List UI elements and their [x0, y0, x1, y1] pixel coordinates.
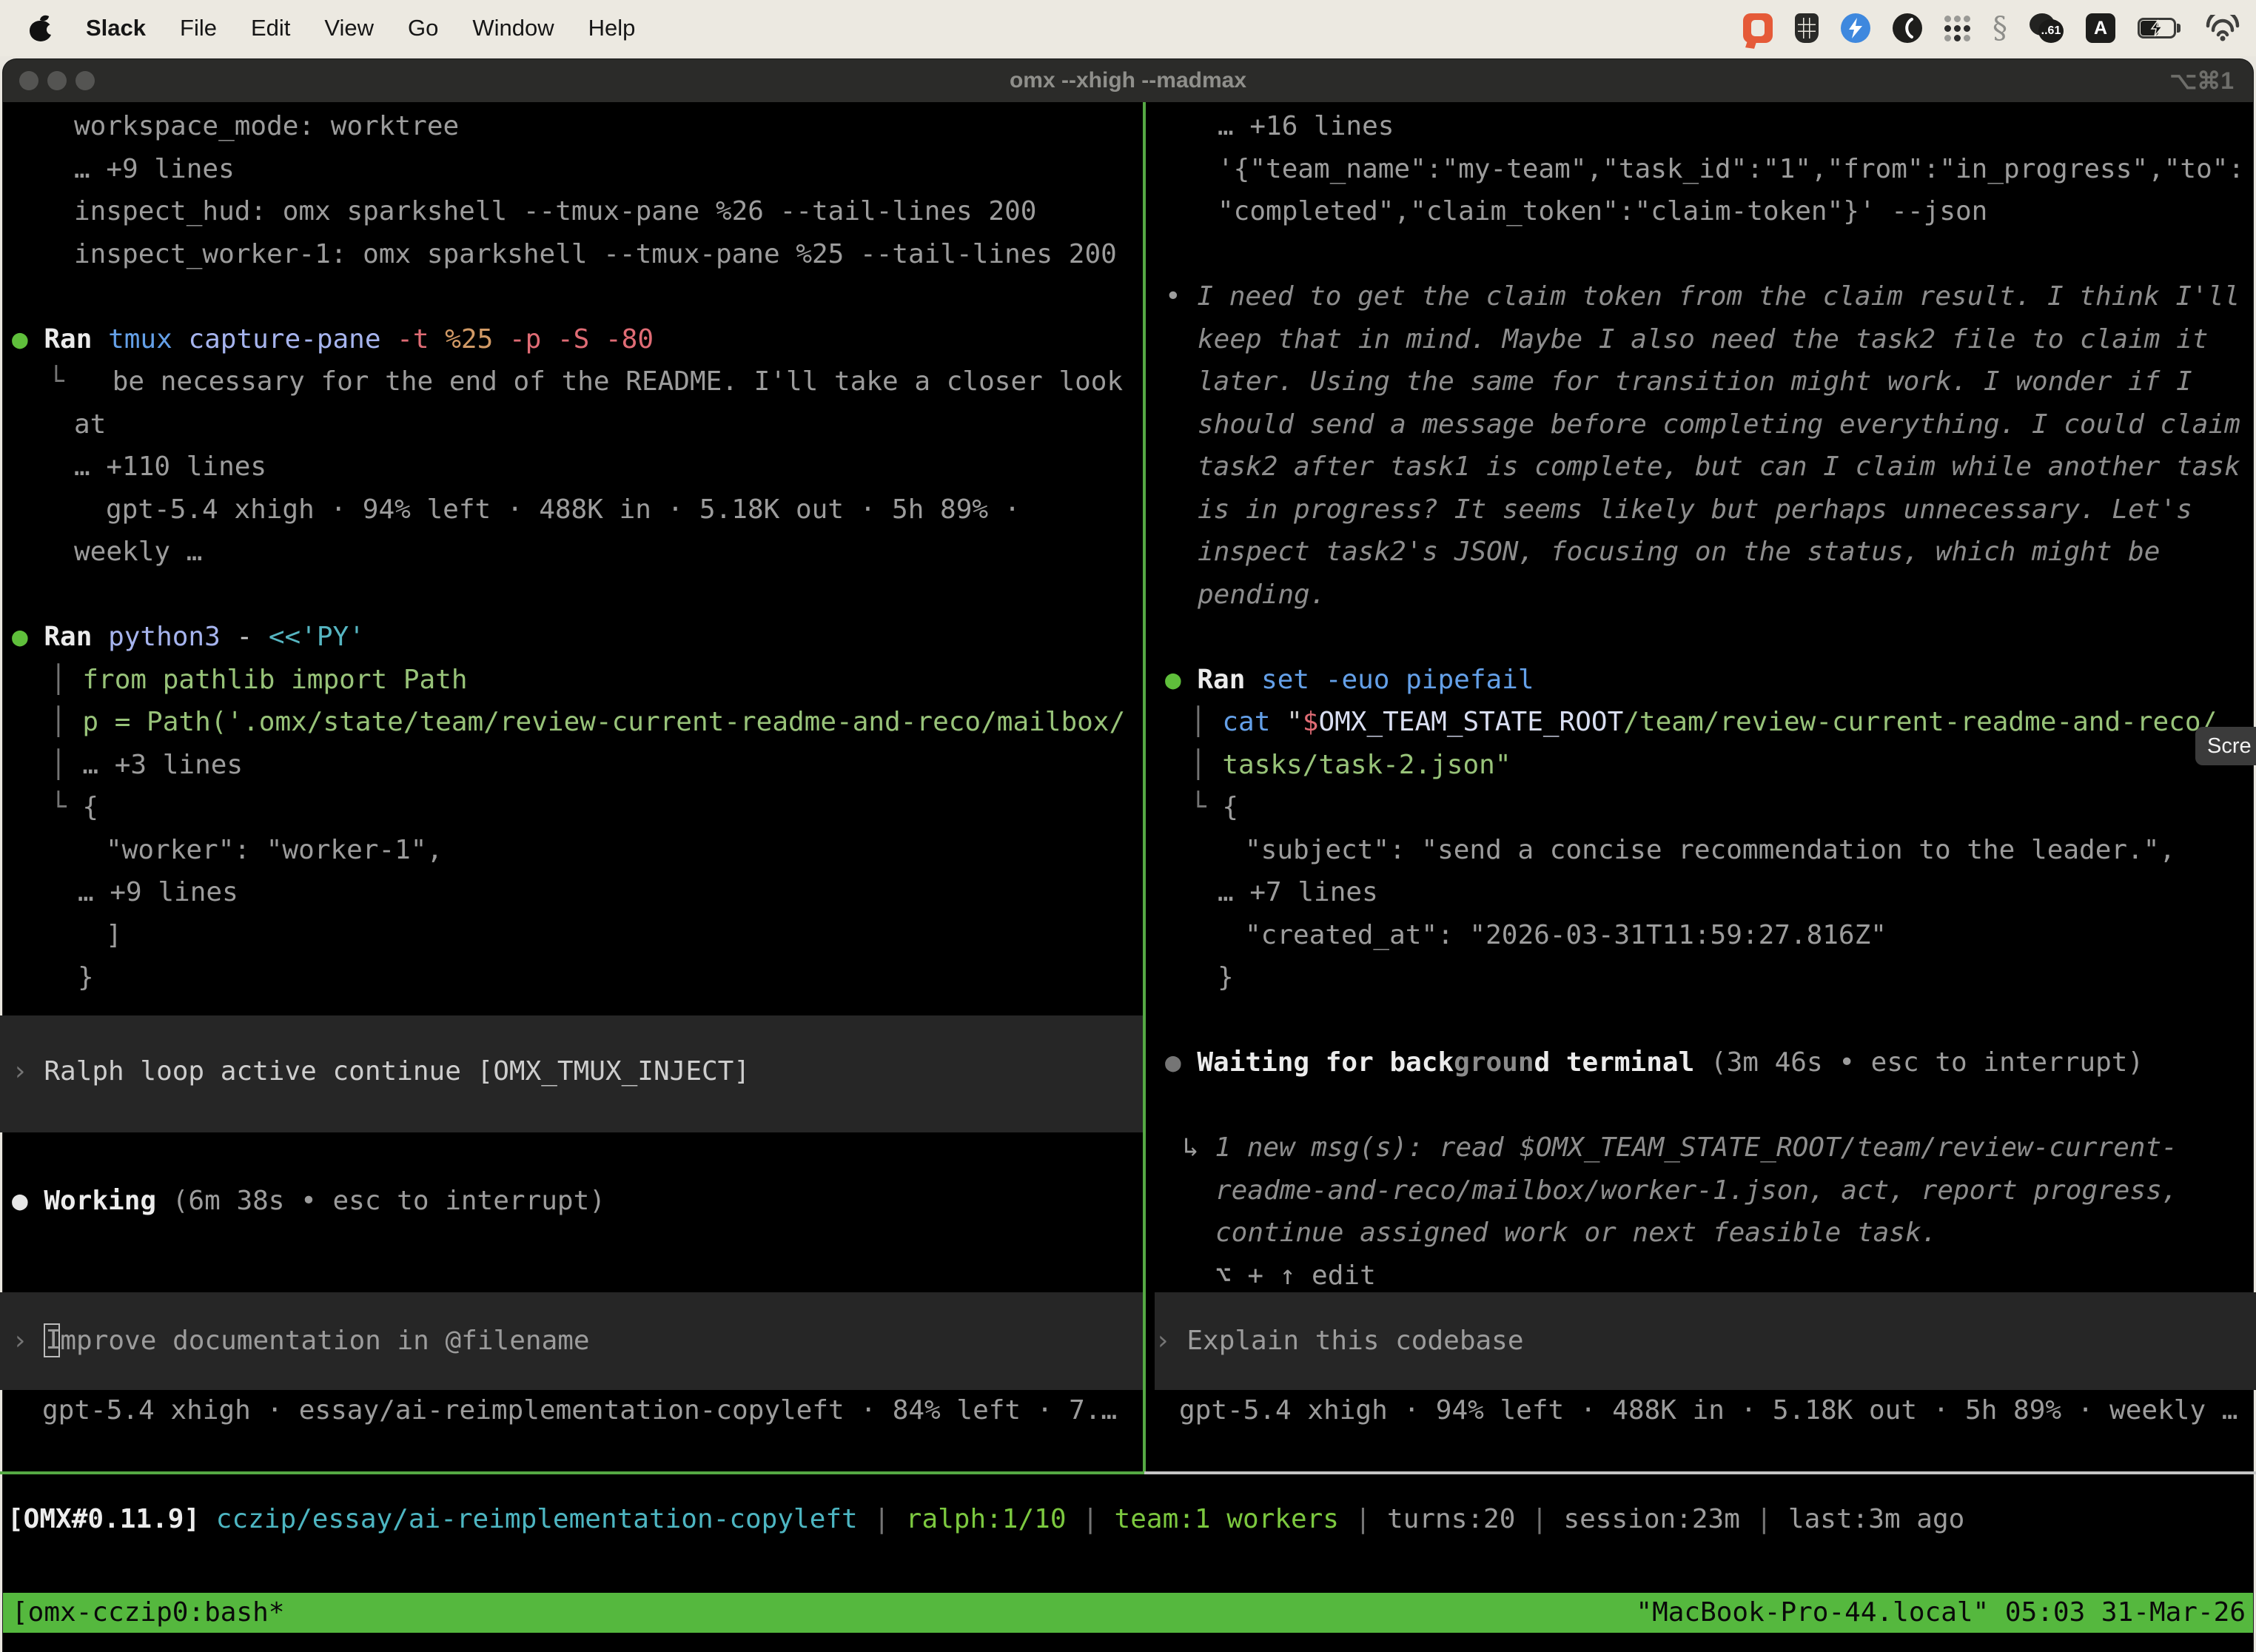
omx-hud: [OMX#0.11.9] cczip/essay/ai-reimplementa…: [0, 1498, 2256, 1541]
tmux-host-clock: "MacBook-Pro-44.local" 05:03 31-Mar-26: [1636, 1593, 2246, 1633]
text-segment: [OMX#0.11.9]: [7, 1504, 216, 1534]
text-segment: ralph:1/10: [906, 1504, 1082, 1534]
text-segment: turns:20: [1387, 1504, 1531, 1534]
screen: Slack File Edit View Go Window Help §: [0, 0, 2256, 1652]
tmux-session-label[interactable]: [omx-cczip0:bash*: [12, 1593, 284, 1633]
text-segment: team:1 workers: [1115, 1504, 1355, 1534]
omx-hud-pane: [OMX#0.11.9] cczip/essay/ai-reimplementa…: [0, 0, 2256, 1591]
terminal-content: workspace_mode: worktree… +9 linesinspec…: [0, 0, 2256, 1652]
text-segment: last:3m ago: [1788, 1504, 1964, 1534]
tmux-status-bar: [omx-cczip0:bash* "MacBook-Pro-44.local"…: [3, 1593, 2253, 1633]
tooltip-label: Scre: [2207, 734, 2252, 758]
text-segment: session:23m: [1563, 1504, 1756, 1534]
text-segment: cczip/essay/ai-reimplementation-copyleft: [216, 1504, 874, 1534]
screen-tooltip: Scre: [2195, 727, 2256, 765]
text-segment: |: [1756, 1504, 1788, 1534]
text-segment: |: [1355, 1504, 1387, 1534]
text-segment: |: [873, 1504, 905, 1534]
text-segment: |: [1531, 1504, 1563, 1534]
omx-hud-line: [OMX#0.11.9] cczip/essay/ai-reimplementa…: [0, 1498, 2256, 1541]
text-segment: |: [1082, 1504, 1114, 1534]
